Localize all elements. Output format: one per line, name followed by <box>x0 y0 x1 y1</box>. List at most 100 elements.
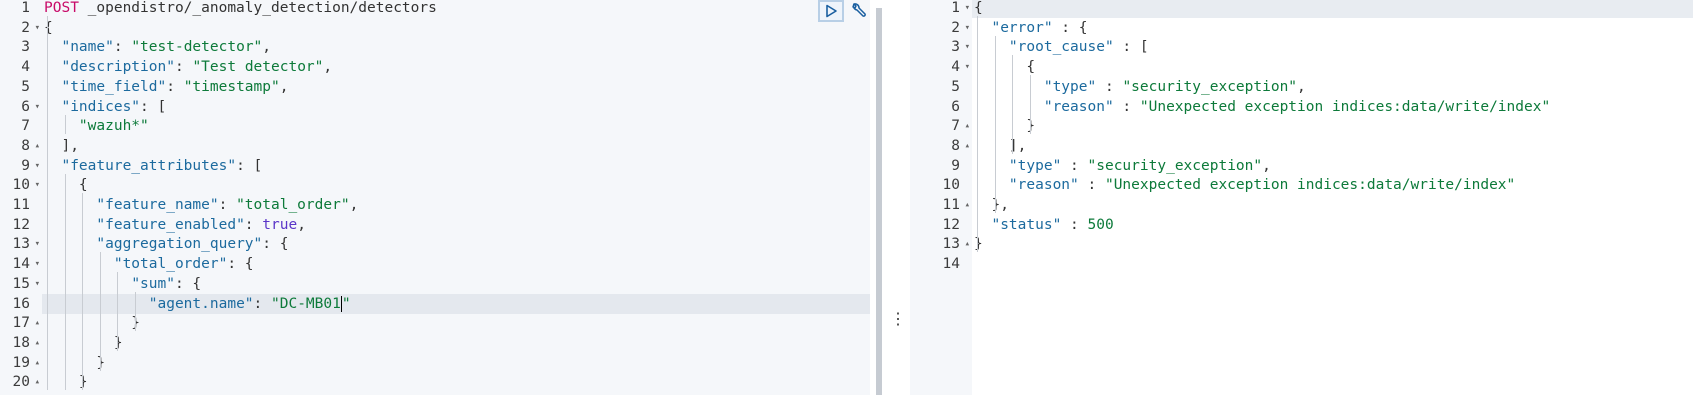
code-line[interactable]: "feature_name": "total_order", <box>44 195 358 215</box>
code-line[interactable]: "description": "Test detector", <box>44 57 332 77</box>
fold-collapse-icon[interactable]: ▾ <box>35 175 40 195</box>
line-number: 6 <box>910 97 972 117</box>
line-number-text: 15 <box>12 275 30 292</box>
line-number-text: 2 <box>21 19 30 36</box>
line-number: 7 ▴ <box>910 116 972 136</box>
token-key: "feature_enabled" <box>96 216 245 233</box>
token-p: : { <box>174 275 202 292</box>
request-editor[interactable]: 1 2 ▾ 3 4 5 6 ▾ 7 8 ▴ 9 ▾ 10 ▾ 11 12 13 ▾ 14 ▾ 15 ▾ 16 17 ▴ 18 ▴ 19 ▴… <box>0 0 870 395</box>
code-line[interactable]: "reason" : "Unexpected exception indices… <box>974 97 1550 117</box>
code-line[interactable]: "feature_enabled": true, <box>44 215 306 235</box>
code-line[interactable]: "sum": { <box>44 274 201 294</box>
line-number-text: 20 <box>12 374 30 391</box>
code-line[interactable]: "agent.name": "DC-MB01" <box>44 294 351 314</box>
token-str: "Unexpected exception indices:data/write… <box>1104 177 1516 194</box>
request-toolbar <box>818 0 872 22</box>
code-line[interactable]: }, <box>974 195 1008 215</box>
line-number-text: 5 <box>21 78 30 95</box>
code-line[interactable]: "root_cause" : [ <box>974 37 1149 57</box>
token-p: , <box>1262 157 1271 174</box>
token-key: "description" <box>61 59 175 76</box>
code-line[interactable]: "feature_attributes": [ <box>44 156 262 176</box>
code-line[interactable]: { <box>44 175 88 195</box>
response-viewer[interactable]: 1 ▾ 2 ▾ 3 ▾ 4 ▾ 5 6 7 ▴ 8 ▴ 9 10 11 ▴ 12 13 ▴ 14 { "error" : … <box>910 0 1693 395</box>
line-number: 5 <box>0 77 42 97</box>
token-str: "wazuh*" <box>78 118 149 135</box>
fold-collapse-icon[interactable]: ▾ <box>965 57 970 77</box>
token-p <box>44 118 79 134</box>
fold-collapse-icon[interactable]: ▾ <box>35 254 40 274</box>
response-code-area[interactable]: { "error" : { "root_cause" : [ { "type" … <box>972 0 1693 395</box>
code-line[interactable]: "total_order": { <box>44 254 254 274</box>
fold-collapse-icon[interactable]: ▾ <box>35 97 40 117</box>
line-number: 16 <box>0 294 42 314</box>
token-p: , <box>279 78 289 95</box>
fold-end-icon[interactable]: ▴ <box>35 313 40 333</box>
fold-collapse-icon[interactable]: ▾ <box>35 156 40 176</box>
line-number: 13 ▾ <box>0 234 42 254</box>
code-line[interactable]: "indices": [ <box>44 97 166 117</box>
fold-collapse-icon[interactable]: ▾ <box>965 0 970 18</box>
fold-collapse-icon[interactable]: ▾ <box>35 234 40 254</box>
fold-collapse-icon[interactable]: ▾ <box>965 37 970 57</box>
token-p: : { <box>227 256 254 273</box>
token-key: "name" <box>61 39 114 56</box>
line-number-text: 10 <box>942 177 960 194</box>
line-number: 8 ▴ <box>910 136 972 156</box>
code-line[interactable]: "error" : { <box>974 18 1087 38</box>
fold-end-icon[interactable]: ▴ <box>35 353 40 373</box>
run-request-button[interactable] <box>818 0 844 22</box>
code-line[interactable]: "type" : "security_exception", <box>974 77 1306 97</box>
fold-end-icon[interactable]: ▴ <box>35 372 40 392</box>
fold-end-icon[interactable]: ▴ <box>965 116 970 136</box>
line-number-text: 5 <box>951 78 960 95</box>
fold-collapse-icon[interactable]: ▾ <box>965 18 970 38</box>
indent-guide <box>99 252 101 371</box>
token-str: "total_order" <box>236 197 350 213</box>
line-number-text: 11 <box>12 197 30 213</box>
token-str: "Test detector" <box>192 59 324 76</box>
code-line[interactable]: "reason" : "Unexpected exception indices… <box>974 175 1515 195</box>
fold-collapse-icon[interactable]: ▾ <box>35 18 40 38</box>
code-line[interactable]: } <box>44 313 140 333</box>
code-line[interactable]: "aggregation_query": { <box>44 234 288 254</box>
code-line[interactable]: ], <box>44 136 78 156</box>
request-code-area[interactable]: POST _opendistro/_anomaly_detection/dete… <box>42 0 870 395</box>
code-line[interactable]: "wazuh*" <box>44 116 149 136</box>
code-line[interactable]: } <box>974 116 1035 136</box>
fold-end-icon[interactable]: ▴ <box>35 136 40 156</box>
code-line[interactable]: } <box>44 333 123 353</box>
request-settings-button[interactable] <box>846 0 872 22</box>
splitter-handle-icon[interactable]: ⋮ <box>890 311 906 327</box>
code-line[interactable]: "time_field": "timestamp", <box>44 77 288 97</box>
fold-end-icon[interactable]: ▴ <box>965 234 970 254</box>
pane-splitter[interactable]: ⋮ <box>870 0 910 395</box>
active-line-highlight <box>972 0 1693 18</box>
line-number: 2 ▾ <box>0 18 42 38</box>
fold-end-icon[interactable]: ▴ <box>965 136 970 156</box>
code-line[interactable]: "type" : "security_exception", <box>974 156 1271 176</box>
fold-end-icon[interactable]: ▴ <box>35 333 40 353</box>
line-number-text: 9 <box>951 157 960 174</box>
request-scrollbar[interactable] <box>876 8 882 395</box>
code-line[interactable]: } <box>44 353 105 373</box>
code-line[interactable]: ], <box>974 136 1026 156</box>
code-line[interactable]: "status" : 500 <box>974 215 1113 235</box>
code-line[interactable]: { <box>974 0 983 18</box>
token-str: "security_exception" <box>1087 157 1263 174</box>
code-line[interactable]: "name": "test-detector", <box>44 37 271 57</box>
line-number-text: 12 <box>942 216 960 233</box>
token-p: : <box>1096 78 1123 95</box>
code-line[interactable]: POST _opendistro/_anomaly_detection/dete… <box>44 0 437 18</box>
code-line[interactable]: { <box>974 57 1035 77</box>
code-line[interactable]: } <box>974 234 983 254</box>
code-line[interactable]: { <box>44 18 53 38</box>
token-p: { <box>974 0 983 16</box>
line-number: 15 ▾ <box>0 274 42 294</box>
fold-collapse-icon[interactable]: ▾ <box>35 274 40 294</box>
token-bool: true <box>262 216 298 233</box>
token-key: "aggregation_query" <box>96 236 263 253</box>
line-number-text: 19 <box>12 354 30 371</box>
token-method: POST <box>44 0 79 16</box>
fold-end-icon[interactable]: ▴ <box>965 195 970 215</box>
